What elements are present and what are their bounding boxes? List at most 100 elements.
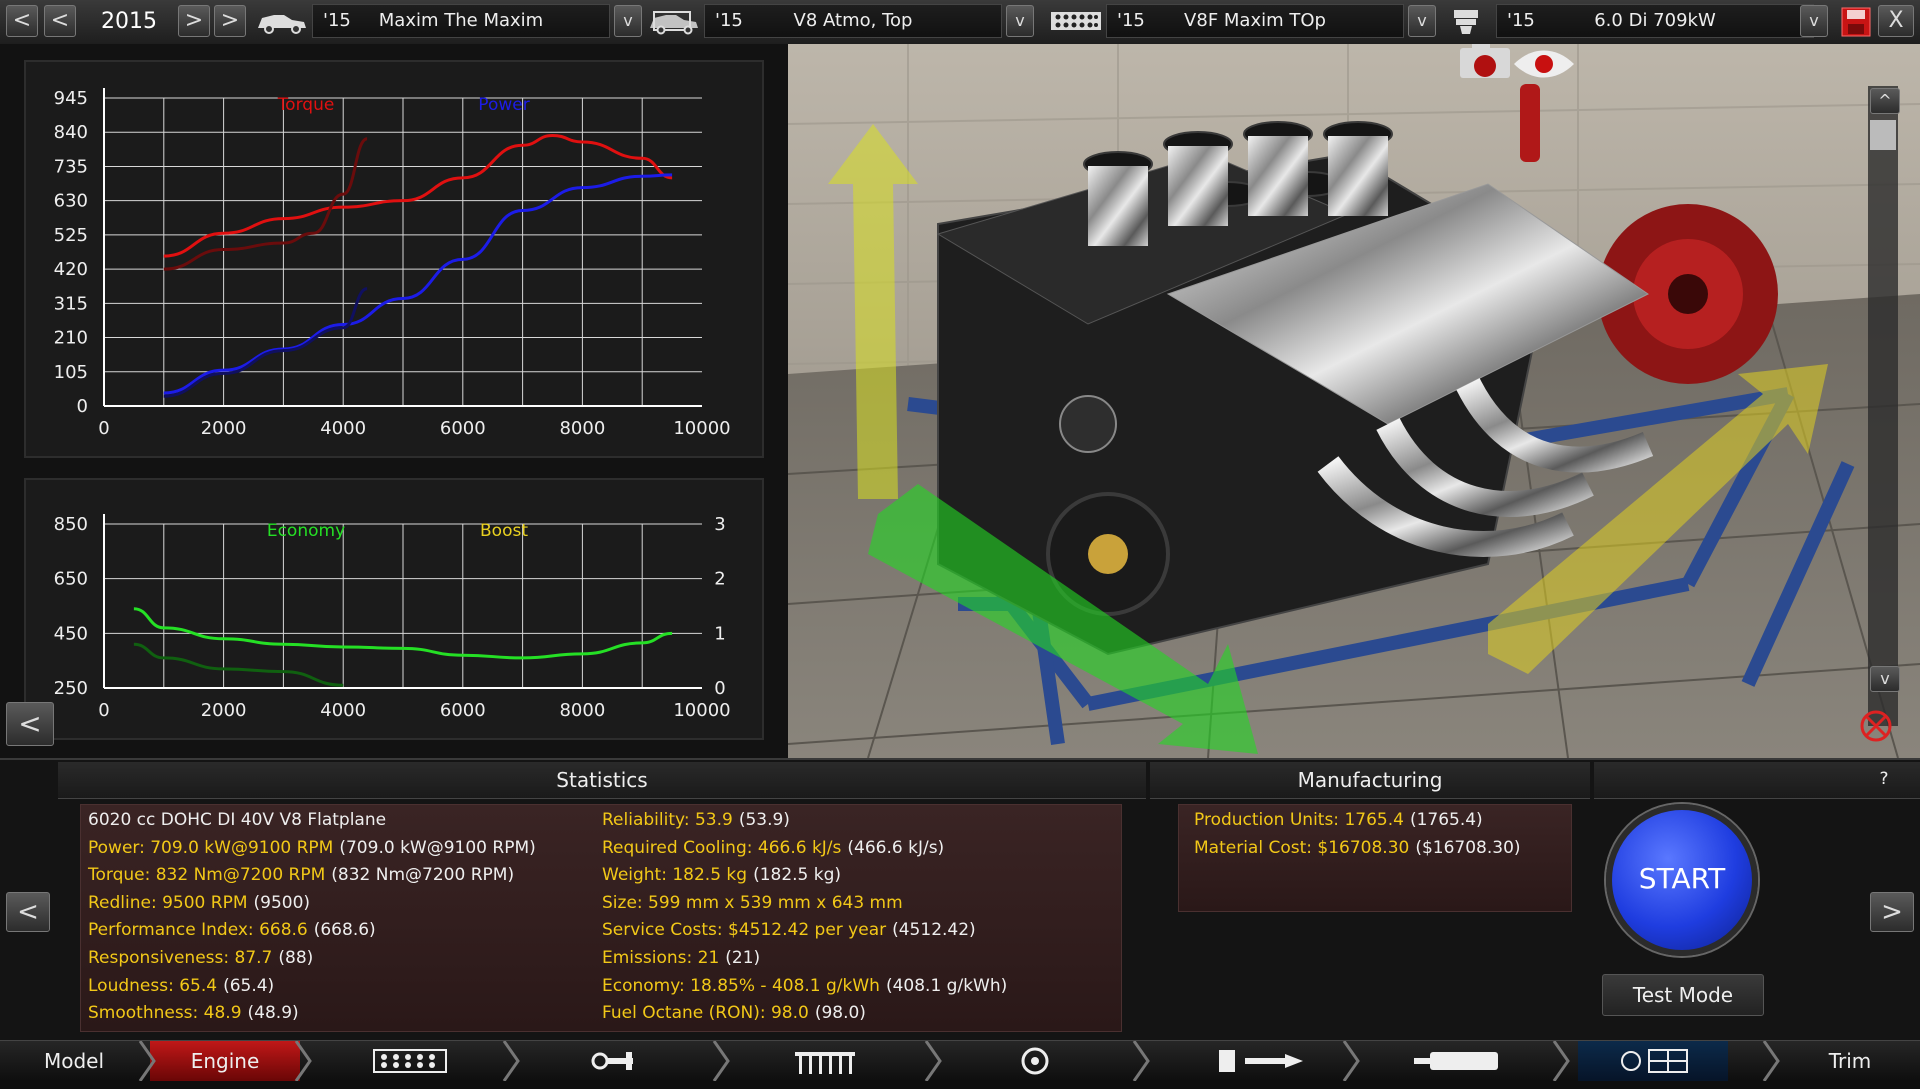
tab-fuel-system[interactable] <box>1190 1041 1330 1081</box>
chevron-right-icon <box>712 1041 730 1081</box>
torque-power-chart: 0 105 210 315 420 525 630 735 840 945 0 2000 4000 600… <box>24 60 764 458</box>
x-tick-label: 2000 <box>201 700 247 721</box>
x-tick-label: 8000 <box>559 700 605 721</box>
next-fast-button[interactable]: > <box>214 5 246 37</box>
scroll-thumb[interactable] <box>1870 120 1896 150</box>
engine-block-icon <box>1051 12 1101 30</box>
tab-model[interactable]: Model <box>0 1041 148 1081</box>
save-icon[interactable] <box>1840 6 1872 38</box>
y-tick-label: 850 <box>54 514 88 535</box>
prev-section-button[interactable]: < <box>6 892 50 932</box>
stat-label: Material Cost: $16708.30 <box>1194 837 1410 858</box>
tab-trim[interactable]: Trim <box>1780 1041 1920 1081</box>
stat-row: Reliability: 53.9 (53.9) <box>602 810 790 830</box>
prev-fast-button[interactable]: < <box>6 5 38 37</box>
tab-test[interactable] <box>1578 1041 1728 1081</box>
stat-row: Redline: 9500 RPM (9500) <box>88 893 310 913</box>
stat-base-value: ($16708.30) <box>1415 837 1521 858</box>
x-tick-label: 0 <box>98 418 109 439</box>
x-tick-label: 0 <box>98 700 109 721</box>
exhaust-icon <box>1414 1052 1498 1070</box>
y-tick-label: 630 <box>54 191 88 212</box>
stat-base-value: (832 Nm@7200 RPM) <box>331 865 515 886</box>
family-dropdown-button[interactable]: v <box>1006 5 1034 37</box>
x-tick-label: 8000 <box>559 418 605 439</box>
chart-grid <box>104 97 702 406</box>
stat-label: Fuel Octane (RON): 98.0 <box>602 1003 809 1024</box>
stat-base-value: (9500) <box>253 892 311 913</box>
stat-row: Performance Index: 668.6 (668.6) <box>88 920 376 940</box>
stat-base-value: (98.0) <box>814 1003 866 1024</box>
chevron-right-icon <box>1342 1041 1360 1081</box>
y-tick-label: 420 <box>54 259 88 280</box>
statistics-header: Statistics <box>58 762 1146 799</box>
scroll-up-button[interactable]: ^ <box>1870 88 1900 114</box>
view-scrollbar[interactable] <box>1868 86 1898 726</box>
stat-label: Performance Index: 668.6 <box>88 920 308 941</box>
model-dropdown-button[interactable]: v <box>614 5 642 37</box>
series-line-1 <box>133 642 344 687</box>
engine-block-icon <box>373 1049 447 1073</box>
family-selector[interactable]: '15 V8 Atmo, Top <box>704 4 1002 38</box>
stat-label: Size: 599 mm x 539 mm x 643 mm <box>602 892 903 913</box>
engine-dropdown-button[interactable]: v <box>1800 5 1828 37</box>
chevron-right-icon <box>1132 1041 1150 1081</box>
series-line-1 <box>163 173 673 395</box>
test-mode-button[interactable]: Test Mode <box>1602 974 1764 1016</box>
stat-label: 6020 cc DOHC DI 40V V8 Flatplane <box>88 810 387 830</box>
stat-label: Required Cooling: 466.6 kJ/s <box>602 837 842 858</box>
stat-row: Smoothness: 48.9 (48.9) <box>88 1003 299 1023</box>
tab-exhaust[interactable] <box>1400 1041 1520 1081</box>
stat-label: Emissions: 21 <box>602 948 720 968</box>
variant-selector[interactable]: '15 V8F Maxim TOp <box>1106 4 1404 38</box>
variant-dropdown-button[interactable]: v <box>1408 5 1436 37</box>
tab-engine[interactable]: Engine <box>150 1041 300 1081</box>
stat-label: Production Units: 1765.4 <box>1194 810 1404 830</box>
y-tick-label: 650 <box>54 569 88 590</box>
stat-row: Responsiveness: 87.7 (88) <box>88 948 313 968</box>
stat-base-value: (709.0 kW@9100 RPM) <box>339 837 536 858</box>
stat-base-value: (668.6) <box>313 920 376 941</box>
stat-row: Size: 599 mm x 539 mm x 643 mm <box>602 893 903 913</box>
engine-3d-viewport[interactable] <box>788 44 1920 758</box>
next-section-button[interactable]: > <box>1870 892 1914 932</box>
stat-row: Power: 709.0 kW@9100 RPM (709.0 kW@9100 R… <box>88 838 536 858</box>
engine-selector[interactable]: '15 6.0 Di 709kW <box>1496 4 1814 38</box>
legend-power: Power <box>478 95 529 115</box>
stat-row: Torque: 832 Nm@7200 RPM (832 Nm@7200 RPM) <box>88 865 514 885</box>
stat-row: Required Cooling: 466.6 kJ/s (466.6 kJ/s) <box>602 838 944 858</box>
top-bar: < < 2015 > > '15 Maxim The Maxim v '15 V… <box>0 0 1920 45</box>
stat-label: Service Costs: $4512.42 per year <box>602 920 887 941</box>
help-button[interactable]: ? <box>1864 764 1904 794</box>
engine-name: 6.0 Di 709kW <box>1594 10 1716 31</box>
y-tick-label: 210 <box>54 328 88 349</box>
stat-label: Economy: 18.85% - 408.1 g/kWh <box>602 975 880 996</box>
series-line-0 <box>163 133 673 258</box>
stat-base-value: (48.9) <box>247 1003 299 1024</box>
prev-button[interactable]: < <box>44 5 76 37</box>
collapse-charts-button[interactable]: < <box>6 702 54 746</box>
camera-icon[interactable] <box>1460 44 1510 78</box>
y2-tick-label: 0 <box>714 678 725 699</box>
next-button[interactable]: > <box>178 5 210 37</box>
stat-label: Loudness: 65.4 <box>88 975 218 996</box>
y-tick-label: 315 <box>54 293 88 314</box>
tab-turbo[interactable] <box>980 1041 1090 1081</box>
y2-tick-label: 2 <box>714 569 725 590</box>
scroll-down-button[interactable]: v <box>1870 666 1900 692</box>
close-button[interactable]: X <box>1878 5 1914 37</box>
y-tick-label: 945 <box>54 88 88 109</box>
stat-row: Economy: 18.85% - 408.1 g/kWh (408.1 g/kW… <box>602 976 1007 996</box>
tab-crankshaft[interactable] <box>560 1041 670 1081</box>
tab-engine-block[interactable] <box>340 1041 480 1081</box>
tab-valvetrain[interactable] <box>770 1041 880 1081</box>
start-button[interactable]: START <box>1606 804 1758 956</box>
bottom-panel: Statistics Manufacturing ? < 6020 cc DOH… <box>0 758 1920 1042</box>
y-tick-label: 250 <box>54 678 88 699</box>
model-selector[interactable]: '15 Maxim The Maxim <box>312 4 610 38</box>
stat-row: Material Cost: $16708.30 ($16708.30) <box>1194 838 1521 858</box>
y2-tick-label: 3 <box>714 514 725 535</box>
variant-name: V8F Maxim TOp <box>1184 10 1326 31</box>
stat-row: Loudness: 65.4 (65.4) <box>88 976 274 996</box>
y-tick-label: 840 <box>54 122 88 143</box>
